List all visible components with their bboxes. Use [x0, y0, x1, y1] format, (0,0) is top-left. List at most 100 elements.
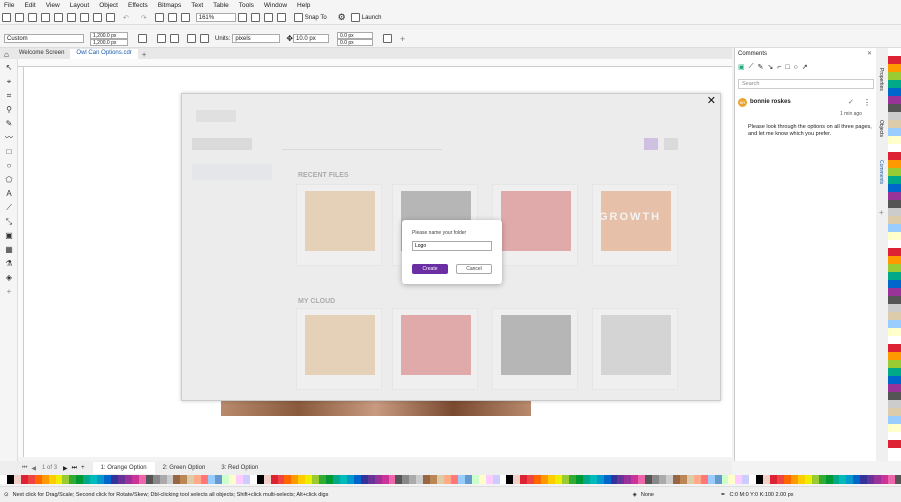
tab-properties[interactable]: Properties	[878, 68, 884, 91]
new-tab-icon[interactable]: +	[138, 50, 151, 59]
color-swatch[interactable]	[180, 475, 188, 484]
highlighter-icon[interactable]: ✎	[758, 63, 764, 71]
menu-item-help[interactable]: Help	[297, 2, 310, 9]
shape-tool-icon[interactable]: ⌖	[4, 77, 14, 87]
color-swatch[interactable]	[888, 224, 901, 232]
overlay-search-field[interactable]	[282, 138, 442, 150]
color-swatch[interactable]	[104, 475, 111, 484]
color-swatch[interactable]	[478, 475, 486, 484]
color-swatch[interactable]	[679, 475, 687, 484]
color-swatch[interactable]	[48, 475, 56, 484]
list-view-icon[interactable]	[664, 138, 678, 150]
portrait-icon[interactable]	[157, 34, 166, 43]
menu-item-effects[interactable]: Effects	[128, 2, 148, 9]
color-swatch[interactable]	[672, 475, 680, 484]
menu-item-bitmaps[interactable]: Bitmaps	[158, 2, 181, 9]
color-swatch[interactable]	[624, 475, 632, 484]
cloud-file-card[interactable]	[296, 308, 382, 390]
export-icon[interactable]	[167, 13, 177, 22]
recent-file-card[interactable]	[296, 184, 382, 266]
color-swatch[interactable]	[603, 475, 611, 484]
color-swatch[interactable]	[888, 440, 901, 448]
color-swatch[interactable]	[888, 376, 901, 384]
color-swatch[interactable]	[888, 112, 901, 120]
last-page-icon[interactable]: ⏭	[72, 465, 77, 472]
color-swatch[interactable]	[888, 120, 901, 128]
color-swatch[interactable]	[763, 475, 771, 484]
tab-objects[interactable]: Objects	[878, 120, 884, 137]
color-swatch[interactable]	[888, 400, 901, 408]
color-swatch[interactable]	[541, 475, 549, 484]
units-select[interactable]: pixels	[232, 34, 281, 43]
color-swatch[interactable]	[90, 475, 98, 484]
new-icon[interactable]	[2, 13, 11, 22]
color-swatch[interactable]	[464, 475, 472, 484]
color-swatch[interactable]	[894, 475, 901, 484]
folder-name-input[interactable]	[412, 241, 492, 251]
zoom-tool-icon[interactable]: ⚲	[4, 105, 14, 115]
color-swatch[interactable]	[832, 475, 840, 484]
color-swatch[interactable]	[860, 475, 868, 484]
color-swatch[interactable]	[638, 475, 646, 484]
all-pages-icon[interactable]	[138, 34, 147, 43]
cut-icon[interactable]	[80, 13, 89, 22]
tab-welcome-screen[interactable]: Welcome Screen	[12, 49, 71, 59]
add-docker-icon[interactable]: +	[879, 208, 884, 217]
color-swatch[interactable]	[888, 232, 901, 240]
color-swatch[interactable]	[291, 475, 299, 484]
color-swatch[interactable]	[513, 475, 521, 484]
color-swatch[interactable]	[187, 475, 195, 484]
color-swatch[interactable]	[353, 475, 361, 484]
color-swatch[interactable]	[714, 475, 722, 484]
color-swatch[interactable]	[409, 475, 417, 484]
cloud-file-card[interactable]	[392, 308, 478, 390]
color-swatch[interactable]	[867, 475, 875, 484]
color-swatch[interactable]	[145, 475, 153, 484]
color-swatch[interactable]	[693, 475, 701, 484]
arrow-line-icon[interactable]: ↗	[802, 63, 808, 71]
menu-item-layout[interactable]: Layout	[70, 2, 90, 9]
add-icon[interactable]: +	[400, 34, 405, 44]
color-swatch[interactable]	[76, 475, 84, 484]
page-tab-2[interactable]: 2: Green Option	[155, 462, 214, 474]
color-swatch[interactable]	[83, 475, 91, 484]
interactive-fill-icon[interactable]: ◈	[4, 273, 14, 283]
menu-item-edit[interactable]: Edit	[24, 2, 35, 9]
color-swatch[interactable]	[888, 424, 901, 432]
landscape-icon[interactable]	[170, 34, 179, 43]
color-swatch[interactable]	[888, 336, 901, 344]
color-swatch[interactable]	[888, 296, 901, 304]
tab-owl-can-options[interactable]: Owl Can Options.cdr	[70, 49, 138, 59]
color-swatch[interactable]	[728, 475, 736, 484]
color-swatch[interactable]	[790, 475, 798, 484]
outline-icon[interactable]: ✒	[721, 492, 726, 498]
comments-search-input[interactable]: Search	[738, 79, 874, 89]
color-swatch[interactable]	[659, 475, 666, 484]
new-folder-button[interactable]	[192, 138, 252, 150]
pen-icon[interactable]: ⟋	[749, 63, 754, 71]
color-swatch[interactable]	[62, 475, 70, 484]
color-swatch[interactable]	[888, 88, 901, 96]
cloud-icon[interactable]	[41, 13, 50, 22]
menu-item-file[interactable]: File	[4, 2, 14, 9]
color-swatch[interactable]	[437, 475, 444, 484]
color-swatch[interactable]	[631, 475, 639, 484]
page-tab-3[interactable]: 3: Red Option	[213, 462, 266, 474]
color-swatch[interactable]	[888, 432, 901, 440]
color-swatch[interactable]	[888, 360, 901, 368]
color-swatch[interactable]	[888, 168, 901, 176]
import-icon[interactable]	[154, 13, 164, 22]
print-icon[interactable]	[67, 13, 76, 22]
color-swatch[interactable]	[756, 475, 764, 484]
color-swatch[interactable]	[194, 475, 202, 484]
pdf-icon[interactable]	[180, 13, 190, 22]
pick-tool-icon[interactable]: ↖	[4, 63, 14, 73]
recent-file-card[interactable]: GROWTH	[592, 184, 678, 266]
color-swatch[interactable]	[853, 475, 861, 484]
color-swatch[interactable]	[645, 475, 653, 484]
color-swatch[interactable]	[152, 475, 160, 484]
color-swatch[interactable]	[159, 475, 167, 484]
color-swatch[interactable]	[374, 475, 382, 484]
color-swatch[interactable]	[888, 64, 901, 72]
redo-icon[interactable]: ↷	[141, 14, 147, 22]
